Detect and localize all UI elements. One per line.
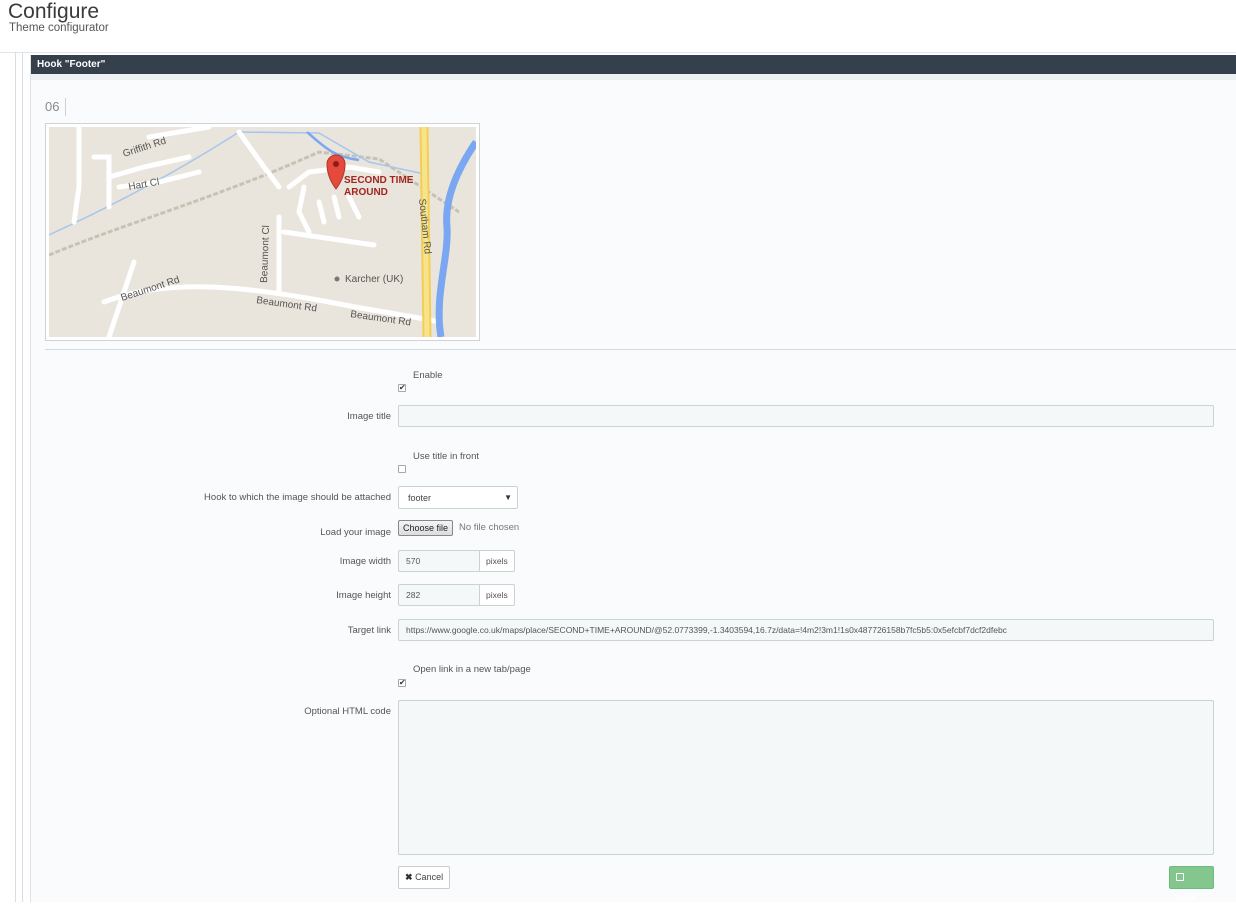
use-title-checkbox[interactable] <box>398 465 406 473</box>
left-rail <box>22 52 23 902</box>
image-width-input[interactable]: 570 <box>398 550 480 572</box>
header-divider <box>0 52 1236 53</box>
load-image-label: Load your image <box>320 527 391 538</box>
new-tab-label: Open link in a new tab/page <box>413 664 531 675</box>
image-height-label: Image height <box>336 590 391 601</box>
left-rail <box>15 52 16 902</box>
hook-selected-value: footer <box>408 493 432 503</box>
poi-dot-icon <box>334 276 340 282</box>
page-header: Configure Theme configurator <box>0 0 1236 52</box>
image-title-input[interactable] <box>398 405 1214 427</box>
item-index: 06 <box>45 98 67 116</box>
image-title-label: Image title <box>347 411 391 422</box>
save-icon <box>1176 873 1184 881</box>
place-name: AROUND <box>344 187 388 198</box>
enable-label: Enable <box>413 370 443 381</box>
new-tab-checkbox[interactable]: ✔ <box>398 679 406 687</box>
cancel-button-label: Cancel <box>415 872 444 882</box>
panel-subheader <box>31 74 1236 80</box>
file-status: No file chosen <box>459 522 520 533</box>
image-width-label: Image width <box>339 556 391 567</box>
cancel-button[interactable]: ✖ Cancel <box>398 866 451 889</box>
dropdown-arrow-icon: ▼ <box>504 493 512 502</box>
target-link-input[interactable]: https://www.google.co.uk/maps/place/SECO… <box>398 619 1214 641</box>
hook-label: Hook to which the image should be attach… <box>204 492 391 503</box>
hook-select[interactable]: footer ▼ <box>398 486 518 509</box>
poi-label: Karcher (UK) <box>345 274 403 285</box>
page-title: Configure <box>8 0 100 23</box>
street-label: Beaumont Cl <box>259 225 272 283</box>
panel-title: Hook "Footer" <box>31 55 1236 74</box>
map-image: Griffith Rd Hart Cl Beaumont Cl Beaumont… <box>49 127 476 337</box>
enable-checkbox[interactable]: ✔ <box>398 384 406 392</box>
target-link-label: Target link <box>347 625 391 636</box>
image-height-unit: pixels <box>480 584 515 606</box>
html-code-label: Optional HTML code <box>304 706 391 717</box>
section-divider <box>45 349 1236 350</box>
image-height-input[interactable]: 282 <box>398 584 480 606</box>
close-icon: ✖ <box>405 872 413 882</box>
page-subtitle: Theme configurator <box>9 22 109 34</box>
image-width-unit: pixels <box>480 550 515 572</box>
save-button[interactable]: Save <box>1169 866 1214 903</box>
html-code-textarea[interactable] <box>398 700 1214 855</box>
choose-file-button[interactable]: Choose file <box>398 520 454 536</box>
hook-panel: Hook "Footer" 06 Griffith Rd Hart Cl Bea… <box>30 55 1236 903</box>
use-title-label: Use title in front <box>413 451 479 462</box>
image-preview[interactable]: Griffith Rd Hart Cl Beaumont Cl Beaumont… <box>45 123 480 341</box>
place-name: SECOND TIME <box>344 175 414 186</box>
